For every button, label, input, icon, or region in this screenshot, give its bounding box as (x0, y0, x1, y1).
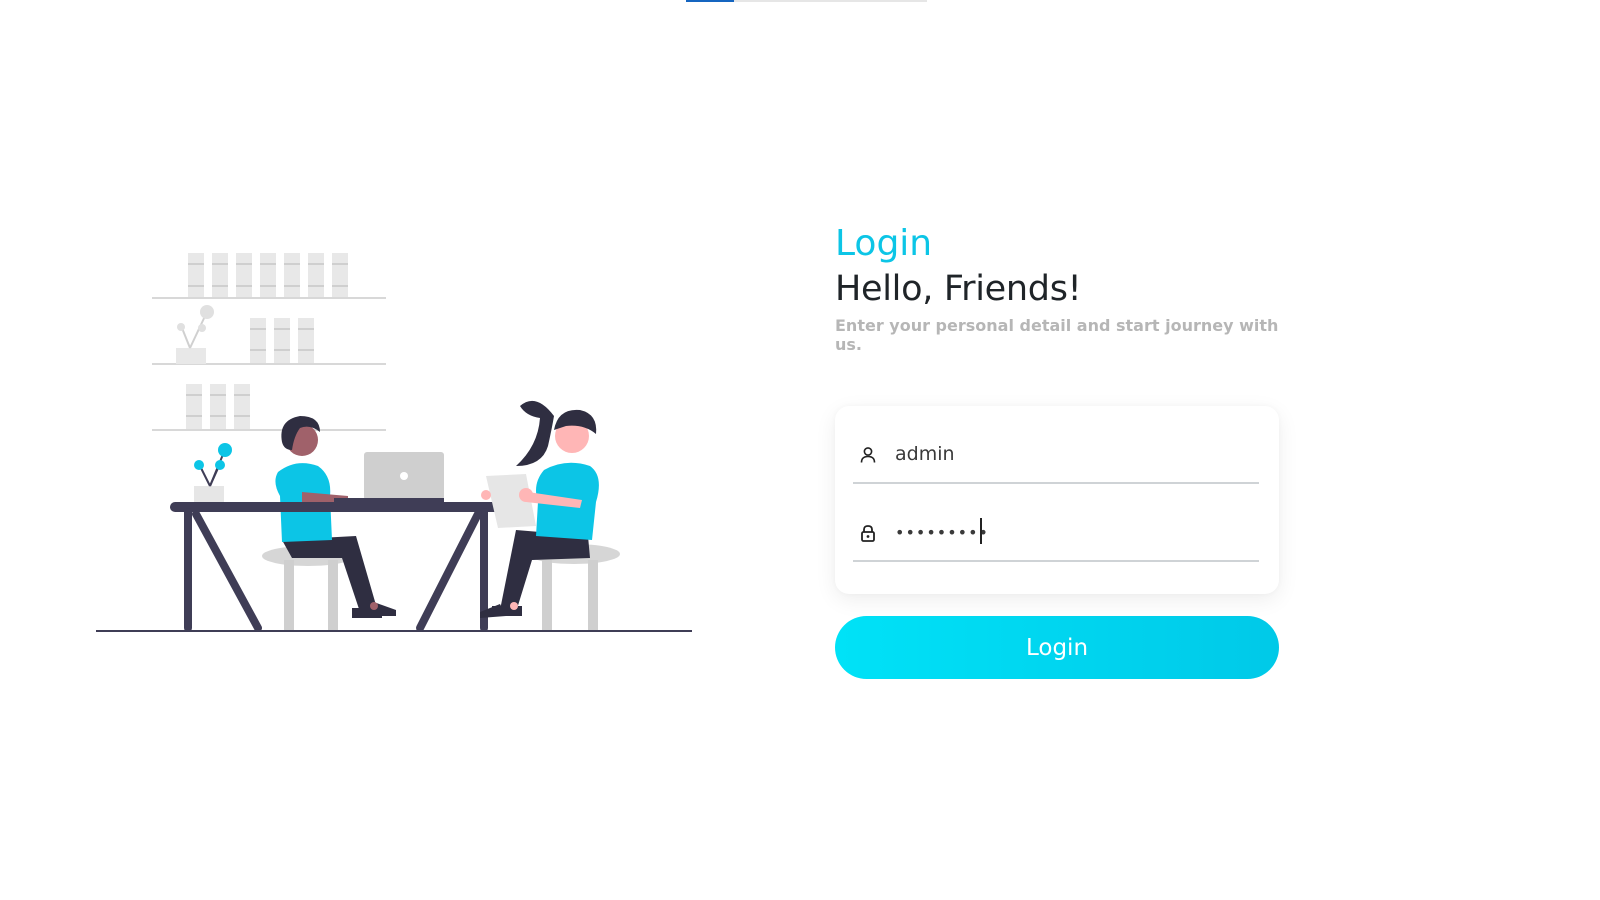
top-loading-bar (686, 0, 927, 2)
laptop (334, 452, 444, 502)
username-input[interactable] (895, 436, 1245, 472)
greeting-heading: Hello, Friends! (835, 269, 1082, 309)
lock-icon (859, 524, 877, 542)
user-icon (859, 446, 877, 464)
top-loading-bar-fill (686, 0, 735, 2)
username-field (853, 414, 1259, 484)
login-subtitle: Enter your personal detail and start jou… (835, 316, 1279, 354)
working-people-illustration (96, 240, 716, 660)
login-panel: Login Hello, Friends! Enter your persona… (835, 222, 1279, 679)
login-heading: Login (835, 223, 933, 264)
login-button[interactable]: Login (835, 616, 1279, 679)
password-input[interactable] (895, 514, 1245, 550)
password-field (853, 492, 1259, 562)
text-caret (980, 518, 982, 544)
person-right (480, 400, 599, 618)
desk-plant (194, 443, 232, 502)
illustration-svg (96, 253, 692, 632)
login-card (835, 406, 1279, 594)
shelves (152, 253, 386, 431)
